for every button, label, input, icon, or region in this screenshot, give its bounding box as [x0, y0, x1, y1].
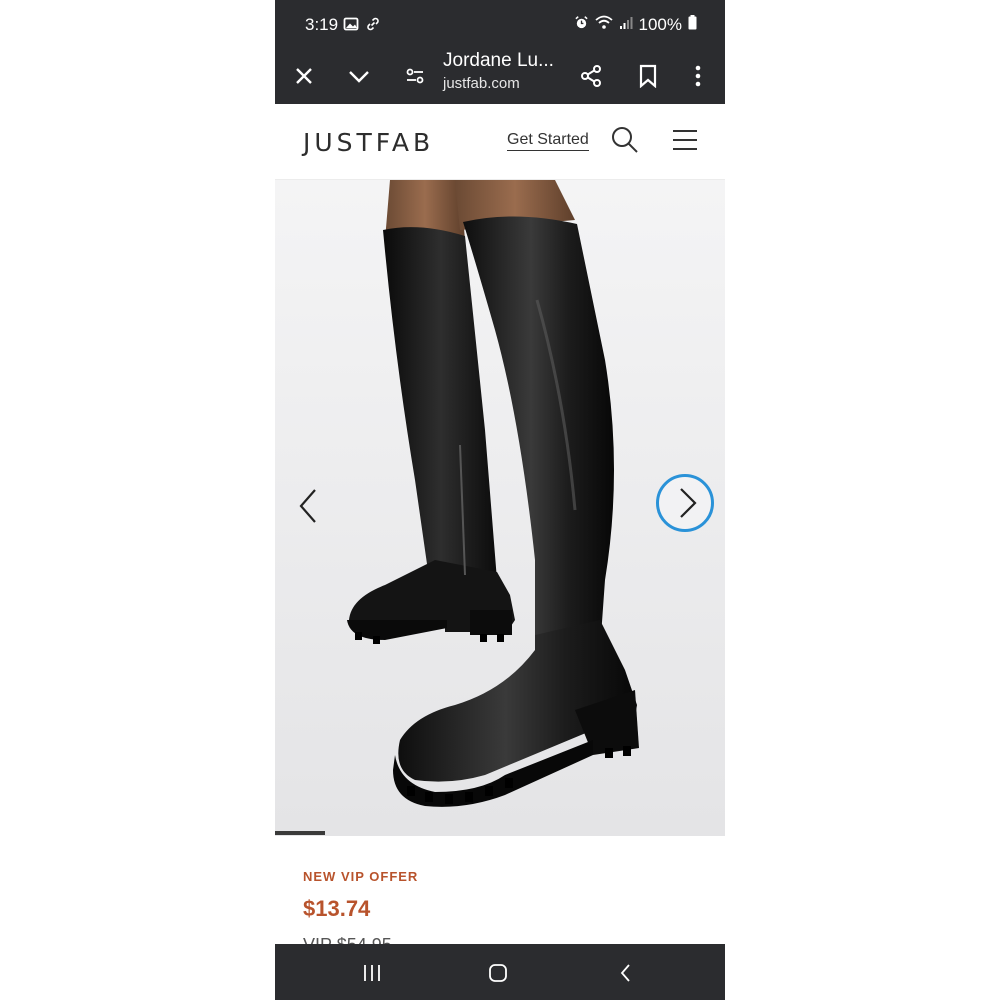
close-icon[interactable] [286, 58, 322, 94]
signal-icon [619, 15, 633, 35]
system-nav-bar [275, 944, 725, 1000]
phone-screen: 3:19 100% Jordane Lu... justfab.com JUST… [275, 0, 725, 1000]
site-settings-icon[interactable] [397, 58, 433, 94]
offer-price: $13.74 [303, 896, 371, 921]
offer-label: NEW VIP OFFER [303, 869, 419, 884]
share-icon[interactable] [573, 58, 609, 94]
product-image[interactable] [275, 180, 725, 836]
tab-url[interactable]: justfab.com [443, 75, 520, 92]
status-system-icons: 100% [574, 15, 697, 35]
carousel-prev-button[interactable] [291, 482, 327, 530]
get-started-link[interactable]: Get Started [507, 131, 589, 151]
chevron-down-icon[interactable] [341, 58, 377, 94]
wifi-icon [594, 15, 613, 35]
alarm-icon [574, 15, 589, 35]
link-icon [365, 16, 381, 37]
status-bar: 3:19 100% [275, 0, 725, 48]
carousel-progress-indicator [275, 831, 325, 835]
more-icon[interactable] [680, 58, 716, 94]
justfab-logo[interactable]: JUSTFAB [303, 128, 434, 157]
search-icon[interactable] [609, 124, 641, 156]
chevron-right-icon [680, 488, 697, 518]
back-icon[interactable] [611, 958, 641, 988]
menu-icon[interactable] [669, 124, 701, 156]
site-header: JUSTFAB Get Started [275, 104, 725, 180]
tab-title[interactable]: Jordane Lu... [443, 50, 554, 72]
chevron-left-icon [299, 489, 316, 523]
home-icon[interactable] [483, 958, 513, 988]
image-icon [343, 16, 359, 37]
battery-percent: 100% [638, 15, 682, 34]
bookmark-icon[interactable] [630, 58, 666, 94]
status-time: 3:19 [305, 15, 339, 34]
recent-apps-icon[interactable] [357, 958, 387, 988]
browser-toolbar: Jordane Lu... justfab.com [275, 48, 725, 104]
carousel-next-button[interactable] [656, 474, 714, 532]
regular-price: VIP $54.95 [303, 934, 392, 944]
status-notification-icons [343, 16, 381, 37]
battery-icon [688, 15, 697, 35]
